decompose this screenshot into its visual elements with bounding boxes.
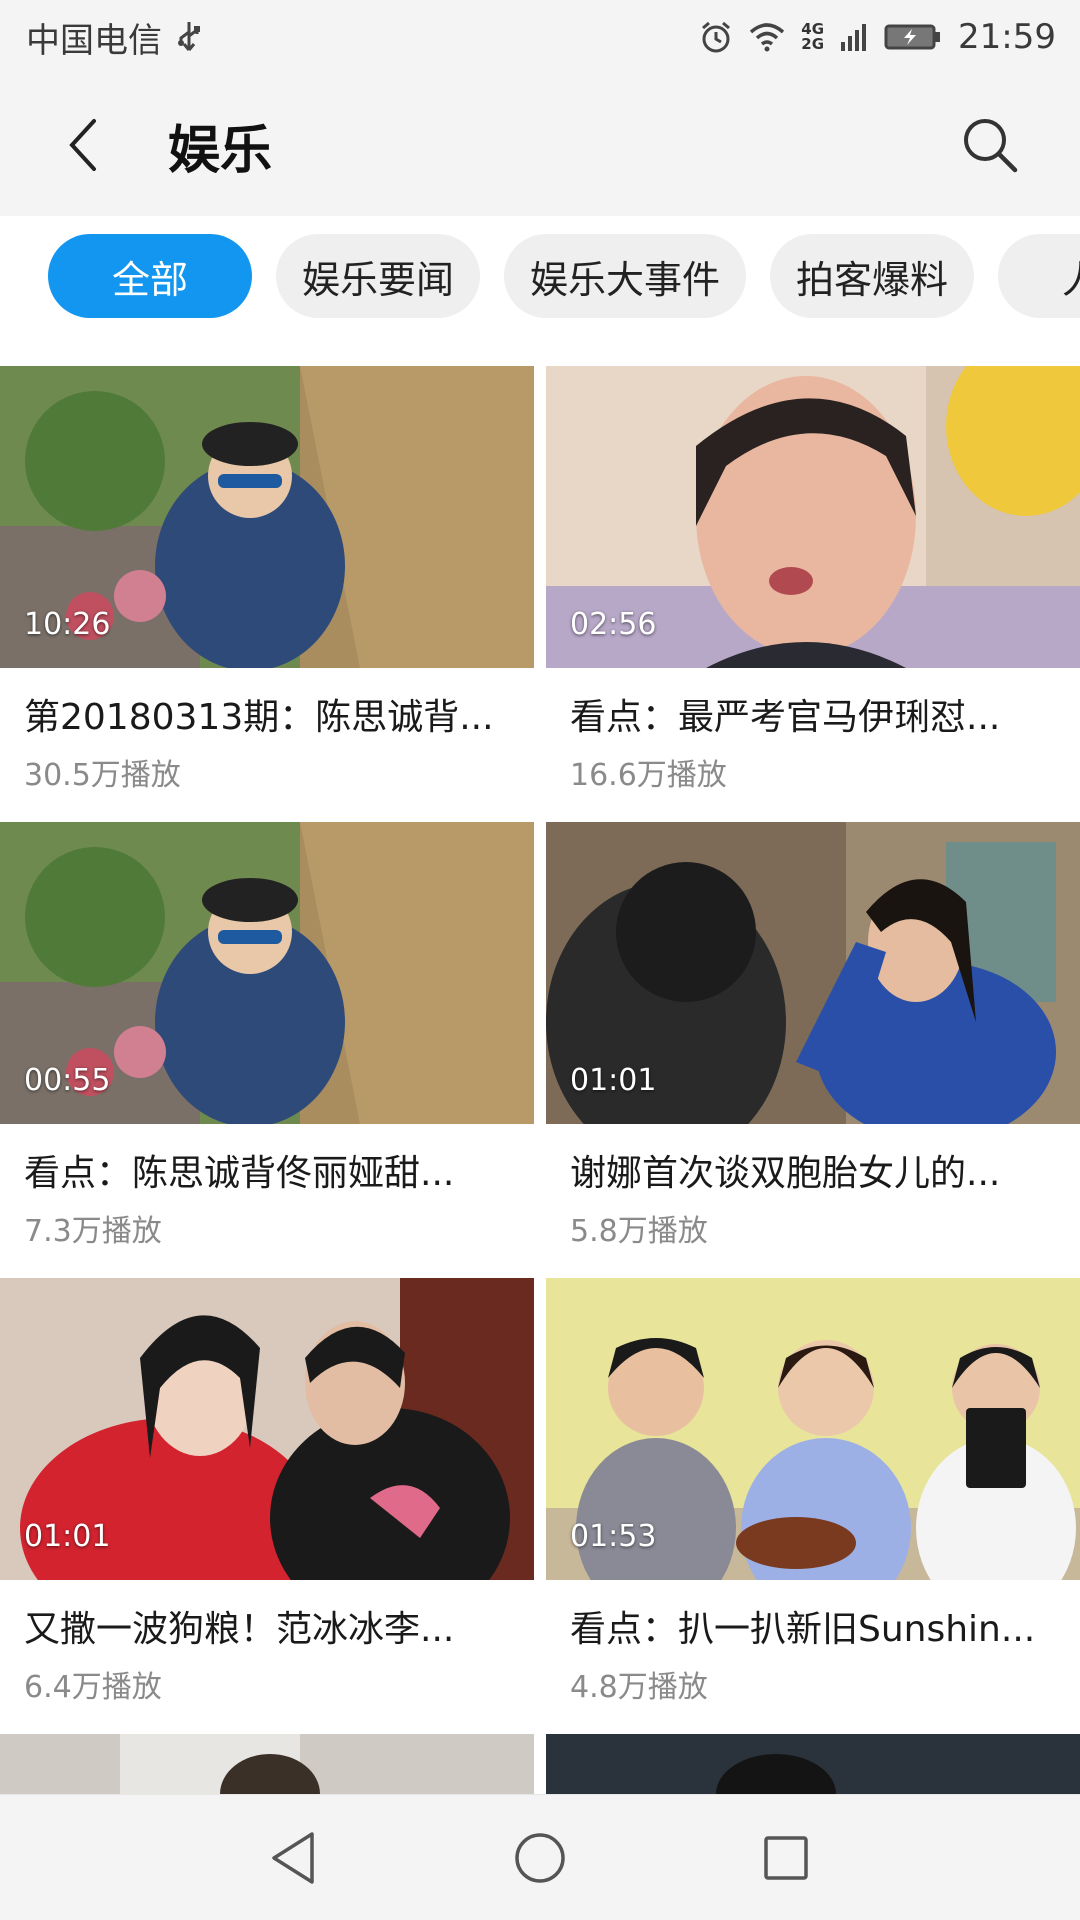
alarm-icon	[699, 20, 733, 54]
video-duration: 10:26	[24, 607, 111, 642]
tab-label: 全部	[111, 257, 188, 302]
view-count: 5.8万播放	[570, 1214, 708, 1249]
tab-paparazzi[interactable]: 拍客爆料	[770, 234, 975, 318]
video-duration: 01:01	[24, 1519, 111, 1554]
video-card[interactable]: 02:56 看点：最严考官马伊琍怼... 16.6万播放	[546, 366, 1080, 822]
app-header: 娱乐	[0, 74, 1080, 216]
tab-label: 娱乐要闻	[302, 257, 455, 302]
video-title: 看点：陈思诚背佟丽娅甜...	[24, 1153, 455, 1194]
next-row-peek	[0, 1734, 1080, 1794]
tab-all[interactable]: 全部	[48, 234, 252, 318]
search-button[interactable]	[942, 97, 1038, 193]
video-grid: 10:26 第20180313期：陈思诚背... 30.5万播放 02:56 看…	[0, 366, 1080, 1734]
status-bar: 中国电信 4G 2G 21:59	[0, 0, 1080, 74]
usb-icon	[176, 20, 202, 54]
status-right: 4G 2G 21:59	[699, 17, 1056, 57]
view-count: 7.3万播放	[24, 1214, 162, 1249]
nav-home-icon	[515, 1832, 565, 1883]
screen: 中国电信 4G 2G 21:59 娱乐 全部 娱乐要闻 娱乐大事件 拍客爆料 1…	[0, 0, 1080, 1920]
tab-ent-events[interactable]: 娱乐大事件	[504, 234, 747, 318]
view-count: 30.5万播放	[24, 758, 181, 793]
back-button[interactable]	[36, 97, 132, 193]
video-title: 谢娜首次谈双胞胎女儿的...	[570, 1153, 1001, 1194]
video-thumbnail: 01:53	[546, 1278, 1080, 1580]
tab-ent-news[interactable]: 娱乐要闻	[276, 234, 481, 318]
video-thumbnail: 01:01	[0, 1278, 534, 1580]
video-thumbnail-peek[interactable]	[0, 1734, 534, 1794]
video-duration: 00:55	[24, 1063, 111, 1098]
category-tabs: 全部 娱乐要闻 娱乐大事件 拍客爆料 人人	[0, 216, 1080, 336]
page-title: 娱乐	[168, 120, 273, 181]
video-card[interactable]: 01:53 看点：扒一扒新旧Sunshin... 4.8万播放	[546, 1278, 1080, 1734]
tabs-scroll[interactable]: 全部 娱乐要闻 娱乐大事件 拍客爆料 人人	[0, 216, 1080, 318]
tab-label: 人人	[1062, 249, 1080, 304]
video-thumbnail: 01:01	[546, 822, 1080, 1124]
tab-label: 娱乐大事件	[530, 257, 721, 302]
system-nav-bar	[0, 1794, 1080, 1920]
nav-home-button[interactable]	[492, 1810, 588, 1906]
clock: 21:59	[958, 17, 1056, 57]
video-title: 又撒一波狗粮！范冰冰李...	[24, 1609, 455, 1650]
view-count: 4.8万播放	[570, 1670, 708, 1705]
status-left: 中国电信	[26, 13, 202, 62]
view-count: 16.6万播放	[570, 758, 727, 793]
nav-recents-icon	[764, 1835, 808, 1880]
carrier-label: 中国电信	[26, 20, 162, 61]
video-card[interactable]: 00:55 看点：陈思诚背佟丽娅甜... 7.3万播放	[0, 822, 534, 1278]
video-card[interactable]: 01:01 谢娜首次谈双胞胎女儿的... 5.8万播放	[546, 822, 1080, 1278]
video-duration: 01:53	[570, 1519, 657, 1554]
nav-recents-button[interactable]	[738, 1810, 834, 1906]
video-title: 第20180313期：陈思诚背...	[24, 697, 494, 738]
video-title: 看点：最严考官马伊琍怼...	[570, 697, 1001, 738]
video-duration: 01:01	[570, 1063, 657, 1098]
wifi-icon	[749, 22, 785, 52]
nav-back-icon	[272, 1831, 314, 1884]
tab-label: 拍客爆料	[796, 257, 949, 302]
video-thumbnail: 10:26	[0, 366, 534, 668]
signal-icon	[840, 22, 868, 52]
network-label: 4G 2G	[801, 20, 825, 53]
back-arrow-icon	[69, 119, 96, 171]
search-icon	[964, 119, 1018, 173]
tab-people[interactable]: 人人	[998, 234, 1080, 318]
video-card[interactable]: 10:26 第20180313期：陈思诚背... 30.5万播放	[0, 366, 534, 822]
battery-charging-icon	[884, 22, 942, 52]
view-count: 6.4万播放	[24, 1670, 162, 1705]
video-thumbnail: 02:56	[546, 366, 1080, 668]
nav-back-button[interactable]	[246, 1810, 342, 1906]
video-thumbnail-peek[interactable]	[546, 1734, 1080, 1794]
video-title: 看点：扒一扒新旧Sunshin...	[570, 1609, 1036, 1650]
video-duration: 02:56	[570, 607, 657, 642]
video-thumbnail: 00:55	[0, 822, 534, 1124]
video-card[interactable]: 01:01 又撒一波狗粮！范冰冰李... 6.4万播放	[0, 1278, 534, 1734]
